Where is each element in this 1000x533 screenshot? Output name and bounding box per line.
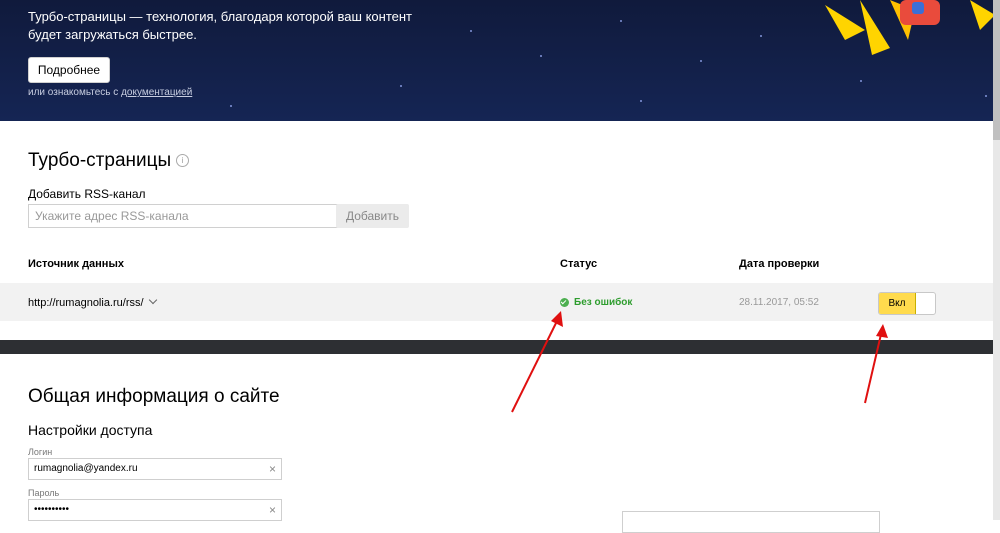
check-circle-icon bbox=[560, 298, 569, 307]
status-text: Без ошибок bbox=[574, 297, 633, 308]
general-info-title: Общая информация о сайте bbox=[28, 386, 280, 407]
doc-prefix: или ознакомьтесь с bbox=[28, 87, 122, 98]
login-value[interactable]: rumagnolia@yandex.ru bbox=[34, 463, 138, 474]
column-header-date: Дата проверки bbox=[739, 258, 820, 270]
star-decoration bbox=[760, 35, 762, 37]
documentation-link[interactable]: документацией bbox=[121, 87, 192, 98]
rss-url-input[interactable] bbox=[28, 204, 342, 228]
source-cell[interactable]: http://rumagnolia.ru/rss/ bbox=[28, 295, 157, 309]
clear-icon[interactable]: × bbox=[269, 462, 276, 476]
star-decoration bbox=[540, 55, 542, 57]
source-url[interactable]: http://rumagnolia.ru/rss/ bbox=[28, 297, 144, 309]
star-decoration bbox=[400, 85, 402, 87]
star-decoration bbox=[985, 95, 987, 97]
status-cell: Без ошибок bbox=[560, 297, 632, 308]
toggle-on-label[interactable]: Вкл bbox=[879, 293, 916, 314]
access-settings-title: Настройки доступа bbox=[28, 422, 153, 438]
star-decoration bbox=[230, 105, 232, 107]
star-decoration bbox=[700, 60, 702, 62]
star-decoration bbox=[620, 20, 622, 22]
password-field[interactable]: •••••••••• × bbox=[28, 499, 282, 521]
turbo-toggle[interactable]: Вкл bbox=[878, 292, 936, 315]
column-header-status: Статус bbox=[560, 258, 598, 270]
popup-panel bbox=[622, 511, 880, 533]
scrollbar-thumb[interactable] bbox=[993, 0, 1000, 140]
password-label: Пароль bbox=[28, 488, 60, 498]
rocket-icon bbox=[825, 0, 993, 55]
arrow-annotation bbox=[864, 324, 888, 404]
turbo-promo-banner: Турбо-страницы — технология, благодаря к… bbox=[0, 0, 993, 121]
rss-field-label: Добавить RSS-канал bbox=[28, 187, 146, 201]
info-icon[interactable]: i bbox=[176, 154, 190, 168]
add-rss-button[interactable]: Добавить bbox=[336, 204, 409, 228]
star-decoration bbox=[640, 100, 642, 102]
check-date: 28.11.2017, 05:52 bbox=[739, 297, 819, 308]
arrow-annotation bbox=[511, 311, 563, 413]
hero-doc-line: или ознакомьтесь с документацией bbox=[28, 87, 192, 98]
star-decoration bbox=[860, 80, 862, 82]
turbo-title-text: Турбо-страницы bbox=[28, 150, 172, 171]
login-label: Логин bbox=[28, 447, 53, 457]
column-header-source: Источник данных bbox=[28, 258, 124, 270]
password-value[interactable]: •••••••••• bbox=[34, 504, 69, 515]
chevron-down-icon[interactable] bbox=[148, 295, 157, 305]
login-field[interactable]: rumagnolia@yandex.ru × bbox=[28, 458, 282, 480]
clear-icon[interactable]: × bbox=[269, 503, 276, 517]
page-scrollbar[interactable] bbox=[993, 0, 1000, 520]
star-decoration bbox=[470, 30, 472, 32]
section-divider bbox=[0, 340, 993, 354]
more-button[interactable]: Подробнее bbox=[28, 57, 110, 83]
turbo-section-title: Турбо-страницы i bbox=[28, 150, 190, 172]
hero-description: Турбо-страницы — технология, благодаря к… bbox=[28, 9, 412, 42]
table-row: http://rumagnolia.ru/rss/ Без ошибок 28.… bbox=[0, 283, 993, 321]
